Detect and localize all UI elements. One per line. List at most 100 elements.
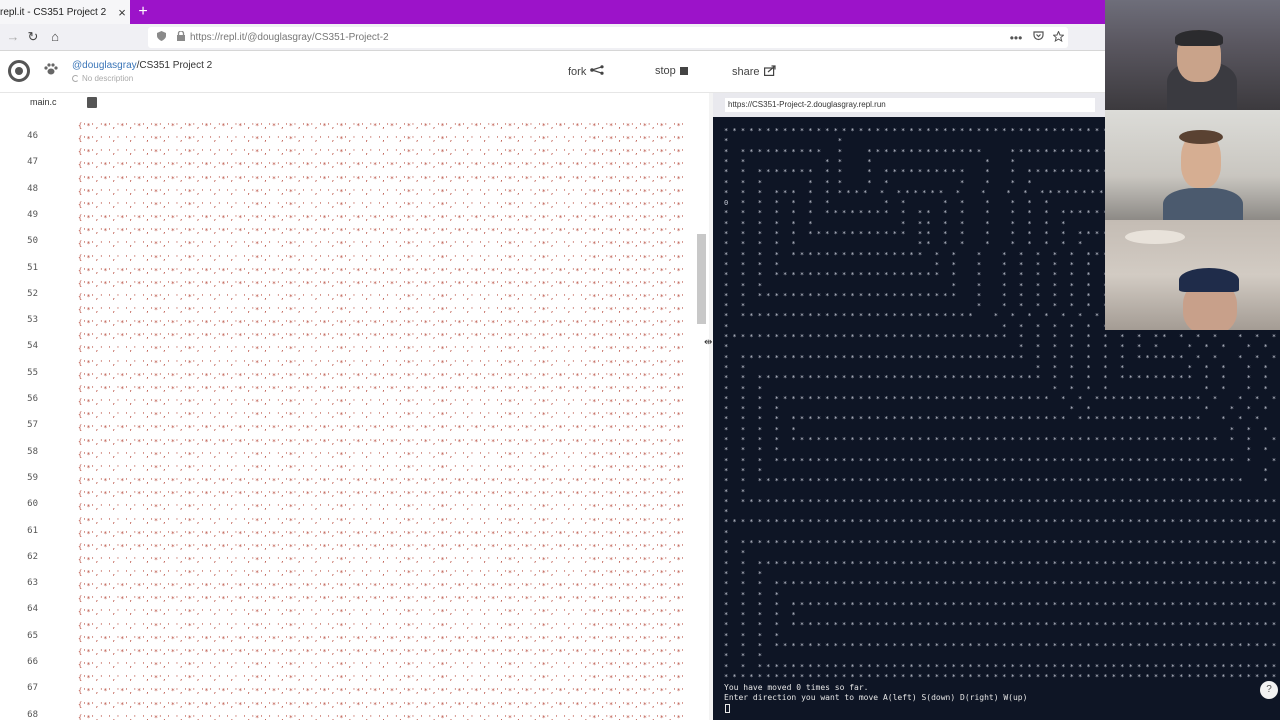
code-line: {'*','*','*','*','*','*','*','*','*','*'… (78, 529, 683, 538)
close-tab-icon[interactable]: × (114, 5, 130, 20)
console-cursor[interactable] (725, 704, 730, 713)
tab-title: repl.it - CS351 Project 2 (0, 6, 107, 18)
code-line: {'*','*','*','*','*','*','*','*','*','*'… (78, 385, 683, 393)
maze-row: * * * * * * * * * * * * * * * * * * * * … (724, 333, 1277, 341)
new-tab-icon[interactable]: + (134, 0, 152, 24)
line-number: 59 (27, 472, 38, 483)
webcam-video-1 (1105, 0, 1280, 110)
webcam-video-3 (1105, 220, 1280, 330)
line-number: 51 (27, 262, 38, 273)
code-line: {'*',' ',' ',' ','*',' ','*',' ',' ',' '… (78, 674, 683, 683)
address-bar[interactable]: https://repl.it/@douglasgray/CS351-Proje… (148, 27, 1068, 48)
code-line: {'*','*','*','*','*','*','*','*','*','*'… (78, 122, 683, 130)
line-number: 54 (27, 341, 38, 352)
project-name: /CS351 Project 2 (136, 60, 213, 71)
code-line: {'*','*','*','*','*','*','*','*','*','*'… (78, 634, 683, 643)
stop-button[interactable]: stop (655, 65, 688, 77)
code-line: {'*','*','*','*','*','*','*','*','*','*'… (78, 161, 683, 170)
line-number: 68 (27, 709, 38, 720)
browser-tab[interactable]: repl.it - CS351 Project 2 × (0, 0, 130, 24)
reload-icon[interactable]: ↻ (24, 28, 42, 46)
bookmark-star-icon[interactable] (1048, 29, 1068, 45)
help-icon[interactable]: ? (1260, 681, 1278, 699)
maze-row: * * * * * * * * * * * * * * * * * * * * … (724, 415, 1280, 424)
page-actions-icon[interactable]: ••• (1004, 31, 1028, 45)
maze-row: * * * * * * * * * * * * * * * * * * * * … (724, 580, 1277, 589)
maze-row: * * * * * * * * * * * * * * * * * * * * … (724, 477, 1280, 486)
repl-header: @douglasgray/CS351 Project 2 No descript… (0, 51, 1105, 93)
line-number: 50 (27, 236, 38, 247)
resize-cursor-icon: ⇹ (704, 337, 713, 348)
line-number: 55 (27, 367, 38, 378)
maze-row: * * * * (724, 569, 762, 578)
code-line: {'*',' ',' ',' ','*',' ','*',' ',' ',' '… (78, 200, 683, 209)
editor-tab-bar: main.c (0, 93, 712, 115)
line-number: 46 (27, 131, 38, 141)
output-url-bar: https://CS351-Project-2.douglasgray.repl… (713, 93, 1105, 117)
browser-tab-bar: repl.it - CS351 Project 2 × + (0, 0, 1105, 24)
maze-row: * * (724, 528, 1280, 537)
code-line: {'*','*','*','*','*','*','*','*','*','*'… (78, 279, 683, 288)
maze-row: * * * * * * * * * * * (724, 425, 1280, 434)
code-line: {'*',' ',' ',' ','*',' ','*',' ',' ',' '… (78, 516, 683, 525)
maze-row: * * * * * * * * * * * * * * * * * * * * … (724, 374, 1268, 383)
maze-row: * * * * * * * * * * * * * * * * * * * * … (724, 621, 1277, 630)
line-number: 60 (27, 499, 38, 510)
forward-icon[interactable]: → (4, 28, 22, 46)
browser-nav-bar: → ↻ ⌂ https://repl.it/@douglasgray/CS351… (0, 24, 1105, 51)
pocket-icon[interactable] (1028, 31, 1048, 44)
code-line: {'*',' ',' ',' ','*',' ','*',' ',' ',' '… (78, 345, 683, 354)
replit-logo-icon[interactable] (8, 60, 30, 82)
code-line: {'*','*','*','*','*','*','*','*','*','*'… (78, 266, 683, 275)
output-url[interactable]: https://CS351-Project-2.douglasgray.repl… (725, 98, 1095, 112)
home-icon[interactable]: ⌂ (46, 28, 64, 46)
maze-row: * * * * * * (724, 590, 779, 599)
code-line: {'*','*','*','*','*','*','*','*','*','*'… (78, 542, 683, 551)
fork-button[interactable]: fork (568, 65, 604, 78)
line-number: 62 (27, 551, 38, 562)
share-button[interactable]: share (732, 65, 776, 79)
fork-icon (590, 65, 604, 78)
line-number: 66 (27, 657, 38, 667)
project-owner-link[interactable]: @douglasgray (72, 60, 137, 71)
code-line: {'*','*','*','*','*','*','*','*','*','*'… (78, 595, 683, 604)
maze-row: * * * * * * * * * * * * * * * * * * * * … (724, 642, 1277, 650)
maze-row: * * * * * * * * * * * * * * * * * * * * … (724, 672, 1280, 681)
editor-scrollbar[interactable] (697, 115, 707, 720)
code-line: {'*',' ',' ',' ','*',' ','*',' ',' ',' '… (78, 411, 683, 420)
code-line: {'*',' ',' ',' ','*',' ','*',' ',' ',' '… (78, 555, 683, 564)
maze-row: * * * * * * * * * * * * * * * * * (724, 363, 1268, 372)
code-line: {'*','*','*','*','*','*','*','*','*','*'… (78, 437, 683, 446)
line-number: 48 (27, 183, 38, 194)
maze-row: * * * * * * * * * * * * * * * * * * * * … (724, 353, 1277, 362)
code-line: {'*',' ',' ',' ','*',' ','*',' ',' ',' '… (78, 608, 683, 617)
file-icon[interactable] (87, 97, 97, 108)
code-line: {'*',' ',' ',' ','*',' ','*',' ',' ',' '… (78, 135, 683, 143)
editor-scroll-thumb[interactable] (697, 234, 706, 324)
code-line: {'*','*','*','*','*','*','*','*','*','*'… (78, 424, 683, 433)
line-number: 53 (27, 315, 38, 326)
line-number: 49 (27, 209, 38, 220)
code-line: {'*',' ',' ',' ','*',' ','*',' ',' ',' '… (78, 569, 683, 578)
shield-icon (148, 31, 174, 44)
code-editor[interactable]: 46 47 48 49 50 51 52 53 54 55 56 57 58 59 60 61 62 63 64 65… (0, 115, 712, 720)
code-line: {'*',' ',' ',' ','*',' ','*',' ',' ',' '… (78, 306, 683, 315)
maze-row: * * * * (724, 652, 762, 661)
code-line: {'*',' ',' ',' ','*',' ','*',' ',' ',' '… (78, 450, 683, 459)
maze-row: * * * * * * * * * * * * * * * * * * * * … (724, 497, 1280, 506)
code-line: {'*',' ',' ',' ','*',' ','*',' ',' ',' '… (78, 240, 683, 249)
file-tab-main-c[interactable]: main.c (30, 97, 57, 107)
maze-row: * * * * * * * * (724, 611, 796, 620)
project-title: @douglasgray/CS351 Project 2 (72, 60, 212, 71)
maze-row: * * * * * * * * * * * * * * * (724, 384, 1268, 393)
code-line: {'*','*','*','*','*','*','*','*','*','*'… (78, 490, 683, 499)
maze-row: * * * * * * * * * * * * * * * * * * * * … (724, 539, 1280, 547)
code-line: {'*','*','*','*','*','*','*','*','*','*'… (78, 227, 683, 236)
maze-row: * * (724, 549, 1280, 558)
code-line: {'*',' ',' ',' ','*',' ','*',' ',' ',' '… (78, 148, 683, 157)
maze-row: * * * * * * * * * * * * * * * * * * * * … (724, 518, 1280, 527)
maze-row: * * * * * * * * * * * * * (724, 405, 1280, 414)
line-number: 63 (27, 578, 38, 589)
paw-icon[interactable] (44, 63, 58, 78)
maze-row: * * * * * * * * * * * * * * * * * * * * … (724, 662, 1280, 671)
